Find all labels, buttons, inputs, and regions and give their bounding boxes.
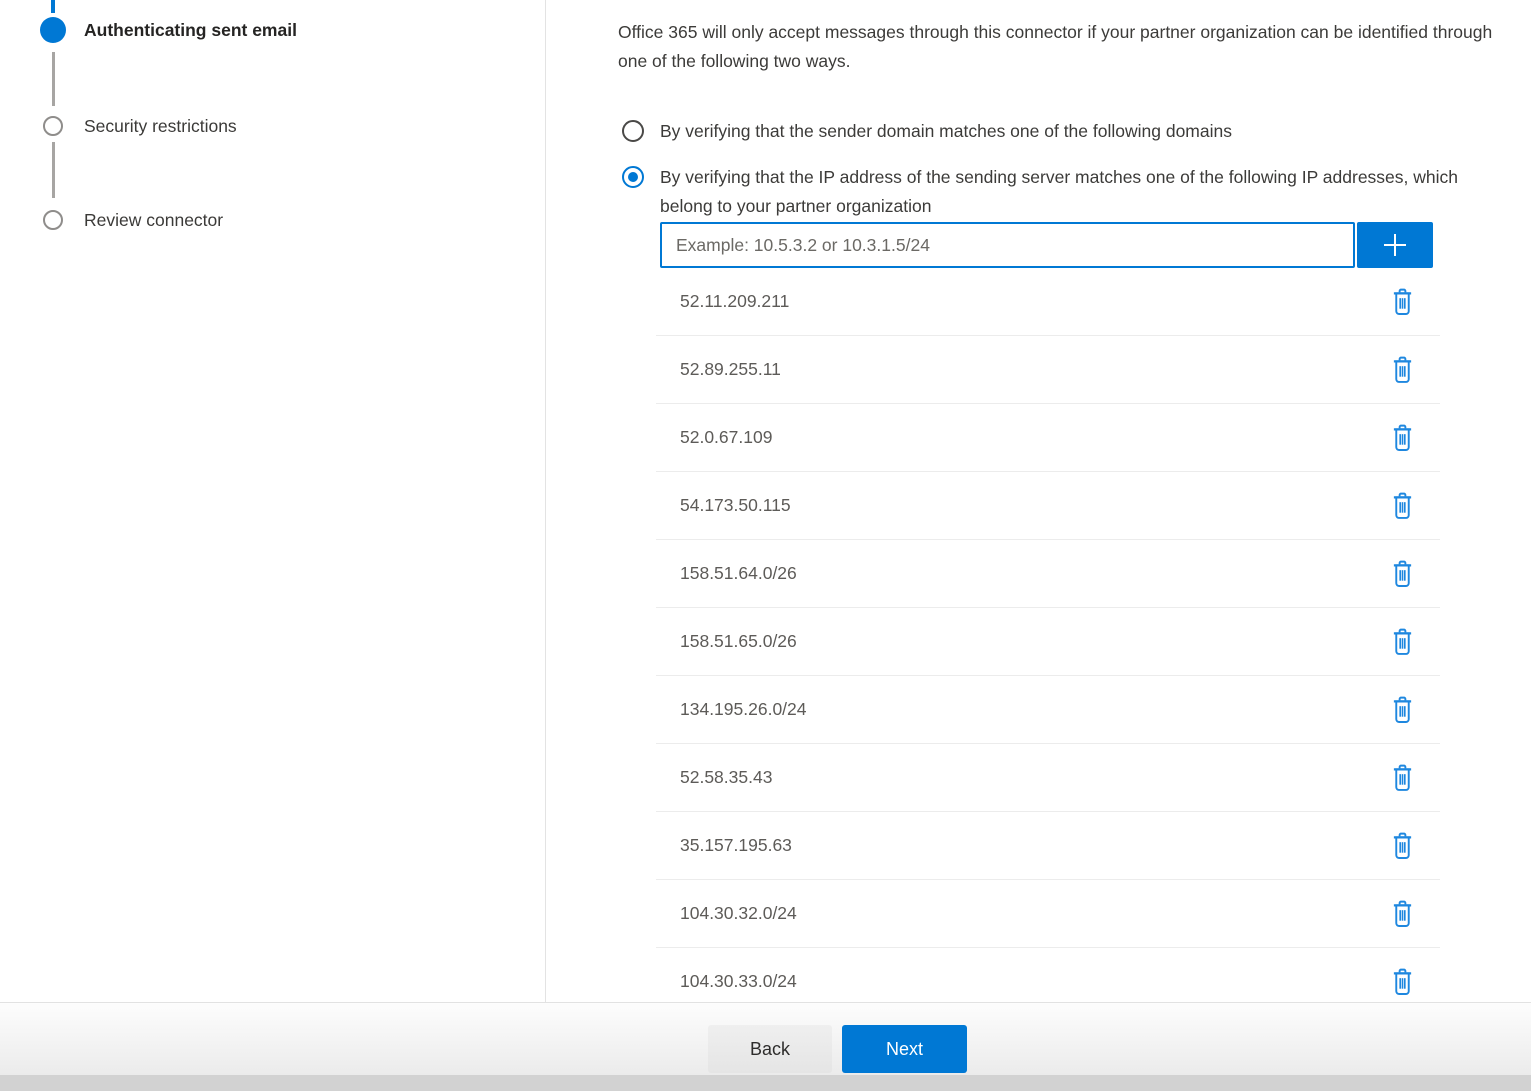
- ip-row: 54.173.50.115: [656, 472, 1440, 540]
- ip-address: 35.157.195.63: [680, 835, 792, 856]
- ip-address: 52.0.67.109: [680, 427, 772, 448]
- ip-address: 104.30.32.0/24: [680, 903, 797, 924]
- ip-address: 52.11.209.211: [680, 291, 789, 312]
- delete-ip-button[interactable]: [1389, 354, 1416, 386]
- wizard-step-security-restrictions[interactable]: Security restrictions: [40, 113, 237, 139]
- step-bullet: [40, 207, 66, 233]
- ip-entry-row: [660, 222, 1433, 268]
- ip-row: 35.157.195.63: [656, 812, 1440, 880]
- connector-wizard-page: Authenticating sent email Security restr…: [0, 0, 1531, 1091]
- wizard-step-review-connector[interactable]: Review connector: [40, 207, 223, 233]
- radio-button-icon[interactable]: [622, 166, 644, 188]
- next-button[interactable]: Next: [842, 1025, 967, 1073]
- delete-ip-button[interactable]: [1389, 762, 1416, 794]
- trash-icon: [1391, 492, 1414, 520]
- radio-option-ip-address[interactable]: By verifying that the IP address of the …: [622, 163, 1478, 221]
- trash-icon: [1391, 764, 1414, 792]
- radio-option-label: By verifying that the sender domain matc…: [660, 117, 1232, 146]
- ip-address: 52.58.35.43: [680, 767, 772, 788]
- ip-address: 158.51.64.0/26: [680, 563, 797, 584]
- back-button[interactable]: Back: [708, 1025, 832, 1073]
- trash-icon: [1391, 424, 1414, 452]
- add-ip-button[interactable]: [1357, 222, 1433, 268]
- delete-ip-button[interactable]: [1389, 694, 1416, 726]
- trash-icon: [1391, 696, 1414, 724]
- delete-ip-button[interactable]: [1389, 966, 1416, 998]
- ip-address-list: 52.11.209.211 52.89.255.11: [656, 268, 1440, 1002]
- radio-option-sender-domain[interactable]: By verifying that the sender domain matc…: [622, 117, 1232, 146]
- bottom-strip: [0, 1075, 1531, 1091]
- ip-address-input[interactable]: [660, 222, 1355, 268]
- trash-icon: [1391, 628, 1414, 656]
- delete-ip-button[interactable]: [1389, 830, 1416, 862]
- ip-row: 52.58.35.43: [656, 744, 1440, 812]
- trash-icon: [1391, 356, 1414, 384]
- ip-row: 104.30.32.0/24: [656, 880, 1440, 948]
- delete-ip-button[interactable]: [1389, 490, 1416, 522]
- ip-row: 104.30.33.0/24: [656, 948, 1440, 1002]
- step-label: Security restrictions: [84, 116, 237, 137]
- trash-icon: [1391, 900, 1414, 928]
- delete-ip-button[interactable]: [1389, 422, 1416, 454]
- delete-ip-button[interactable]: [1389, 898, 1416, 930]
- wizard-footer: Back Next: [0, 1002, 1531, 1075]
- delete-ip-button[interactable]: [1389, 286, 1416, 318]
- wizard-step-authenticating-sent-email[interactable]: Authenticating sent email: [40, 17, 297, 43]
- plus-icon: [1380, 230, 1410, 260]
- step-connector-completed: [51, 0, 55, 13]
- radio-option-label: By verifying that the IP address of the …: [660, 163, 1478, 221]
- delete-ip-button[interactable]: [1389, 558, 1416, 590]
- ip-row: 52.0.67.109: [656, 404, 1440, 472]
- ip-address: 134.195.26.0/24: [680, 699, 807, 720]
- ip-address: 52.89.255.11: [680, 359, 781, 380]
- trash-icon: [1391, 968, 1414, 996]
- delete-ip-button[interactable]: [1389, 626, 1416, 658]
- step-bullet-active: [40, 17, 66, 43]
- wizard-steps-panel: Authenticating sent email Security restr…: [0, 0, 546, 1002]
- radio-button-icon[interactable]: [622, 120, 644, 142]
- step-connector: [52, 52, 55, 106]
- step-connector: [52, 142, 55, 198]
- trash-icon: [1391, 560, 1414, 588]
- ip-address: 54.173.50.115: [680, 495, 791, 516]
- ip-address: 104.30.33.0/24: [680, 971, 797, 992]
- step-bullet: [40, 113, 66, 139]
- trash-icon: [1391, 288, 1414, 316]
- ip-row: 52.11.209.211: [656, 268, 1440, 336]
- ip-row: 158.51.65.0/26: [656, 608, 1440, 676]
- trash-icon: [1391, 832, 1414, 860]
- step-label: Review connector: [84, 210, 223, 231]
- intro-text: Office 365 will only accept messages thr…: [618, 18, 1526, 76]
- ip-row: 158.51.64.0/26: [656, 540, 1440, 608]
- ip-address: 158.51.65.0/26: [680, 631, 797, 652]
- ip-row: 134.195.26.0/24: [656, 676, 1440, 744]
- step-label: Authenticating sent email: [84, 20, 297, 41]
- ip-row: 52.89.255.11: [656, 336, 1440, 404]
